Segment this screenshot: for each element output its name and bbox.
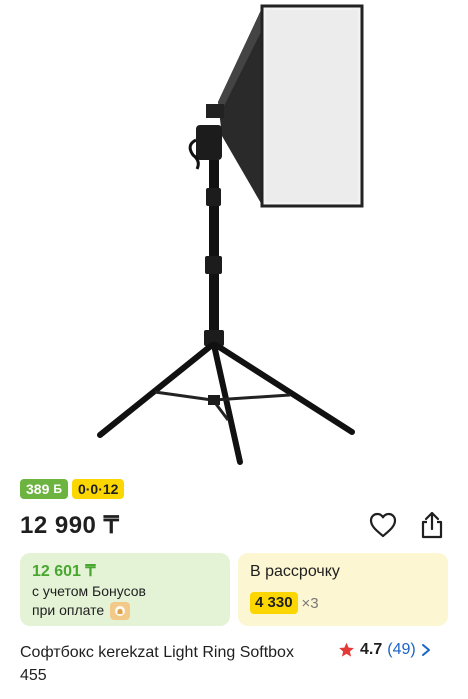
installment-card[interactable]: В рассрочку 4 330 ×3: [238, 553, 448, 626]
bonus-line-1: с учетом Бонусов: [32, 583, 146, 599]
chevron-right-icon: [421, 644, 430, 656]
product-rating[interactable]: 4.7 (49): [338, 641, 431, 659]
bonus-line-2: при оплате: [32, 602, 105, 618]
softbox-stand-image: [97, 4, 364, 465]
bonus-currency: Б: [53, 482, 62, 496]
bonus-line-2-row: при оплате: [32, 601, 218, 620]
review-count[interactable]: (49): [387, 641, 415, 659]
promo-badges: 389 Б 0·0·12: [20, 479, 125, 499]
product-title: Софтбокс kerekzat Light Ring Softbox 455: [20, 644, 294, 684]
bonus-badge: 389 Б: [20, 479, 68, 499]
bonus-price-card[interactable]: 12 601 ₸ с учетом Бонусов при оплате: [20, 553, 230, 626]
installment-amount: 4 330: [250, 592, 298, 614]
star-icon: [339, 642, 354, 657]
share-icon: [421, 511, 443, 539]
product-photo[interactable]: [0, 0, 468, 470]
bonus-price: 12 601 ₸: [32, 563, 96, 580]
heart-icon: [369, 512, 397, 538]
installment-title: В рассрочку: [250, 563, 340, 580]
share-button[interactable]: [417, 510, 447, 540]
installment-badge: 0·0·12: [71, 479, 125, 499]
rating-value: 4.7: [360, 641, 383, 658]
installment-multiplier: ×3: [301, 594, 319, 612]
installment-row: 4 330 ×3: [250, 592, 436, 614]
favorite-button[interactable]: [368, 510, 398, 540]
payment-wallet-icon: [110, 601, 131, 620]
bonus-badge-value: 389: [26, 481, 50, 497]
product-price: 12 990 ₸: [20, 512, 120, 539]
